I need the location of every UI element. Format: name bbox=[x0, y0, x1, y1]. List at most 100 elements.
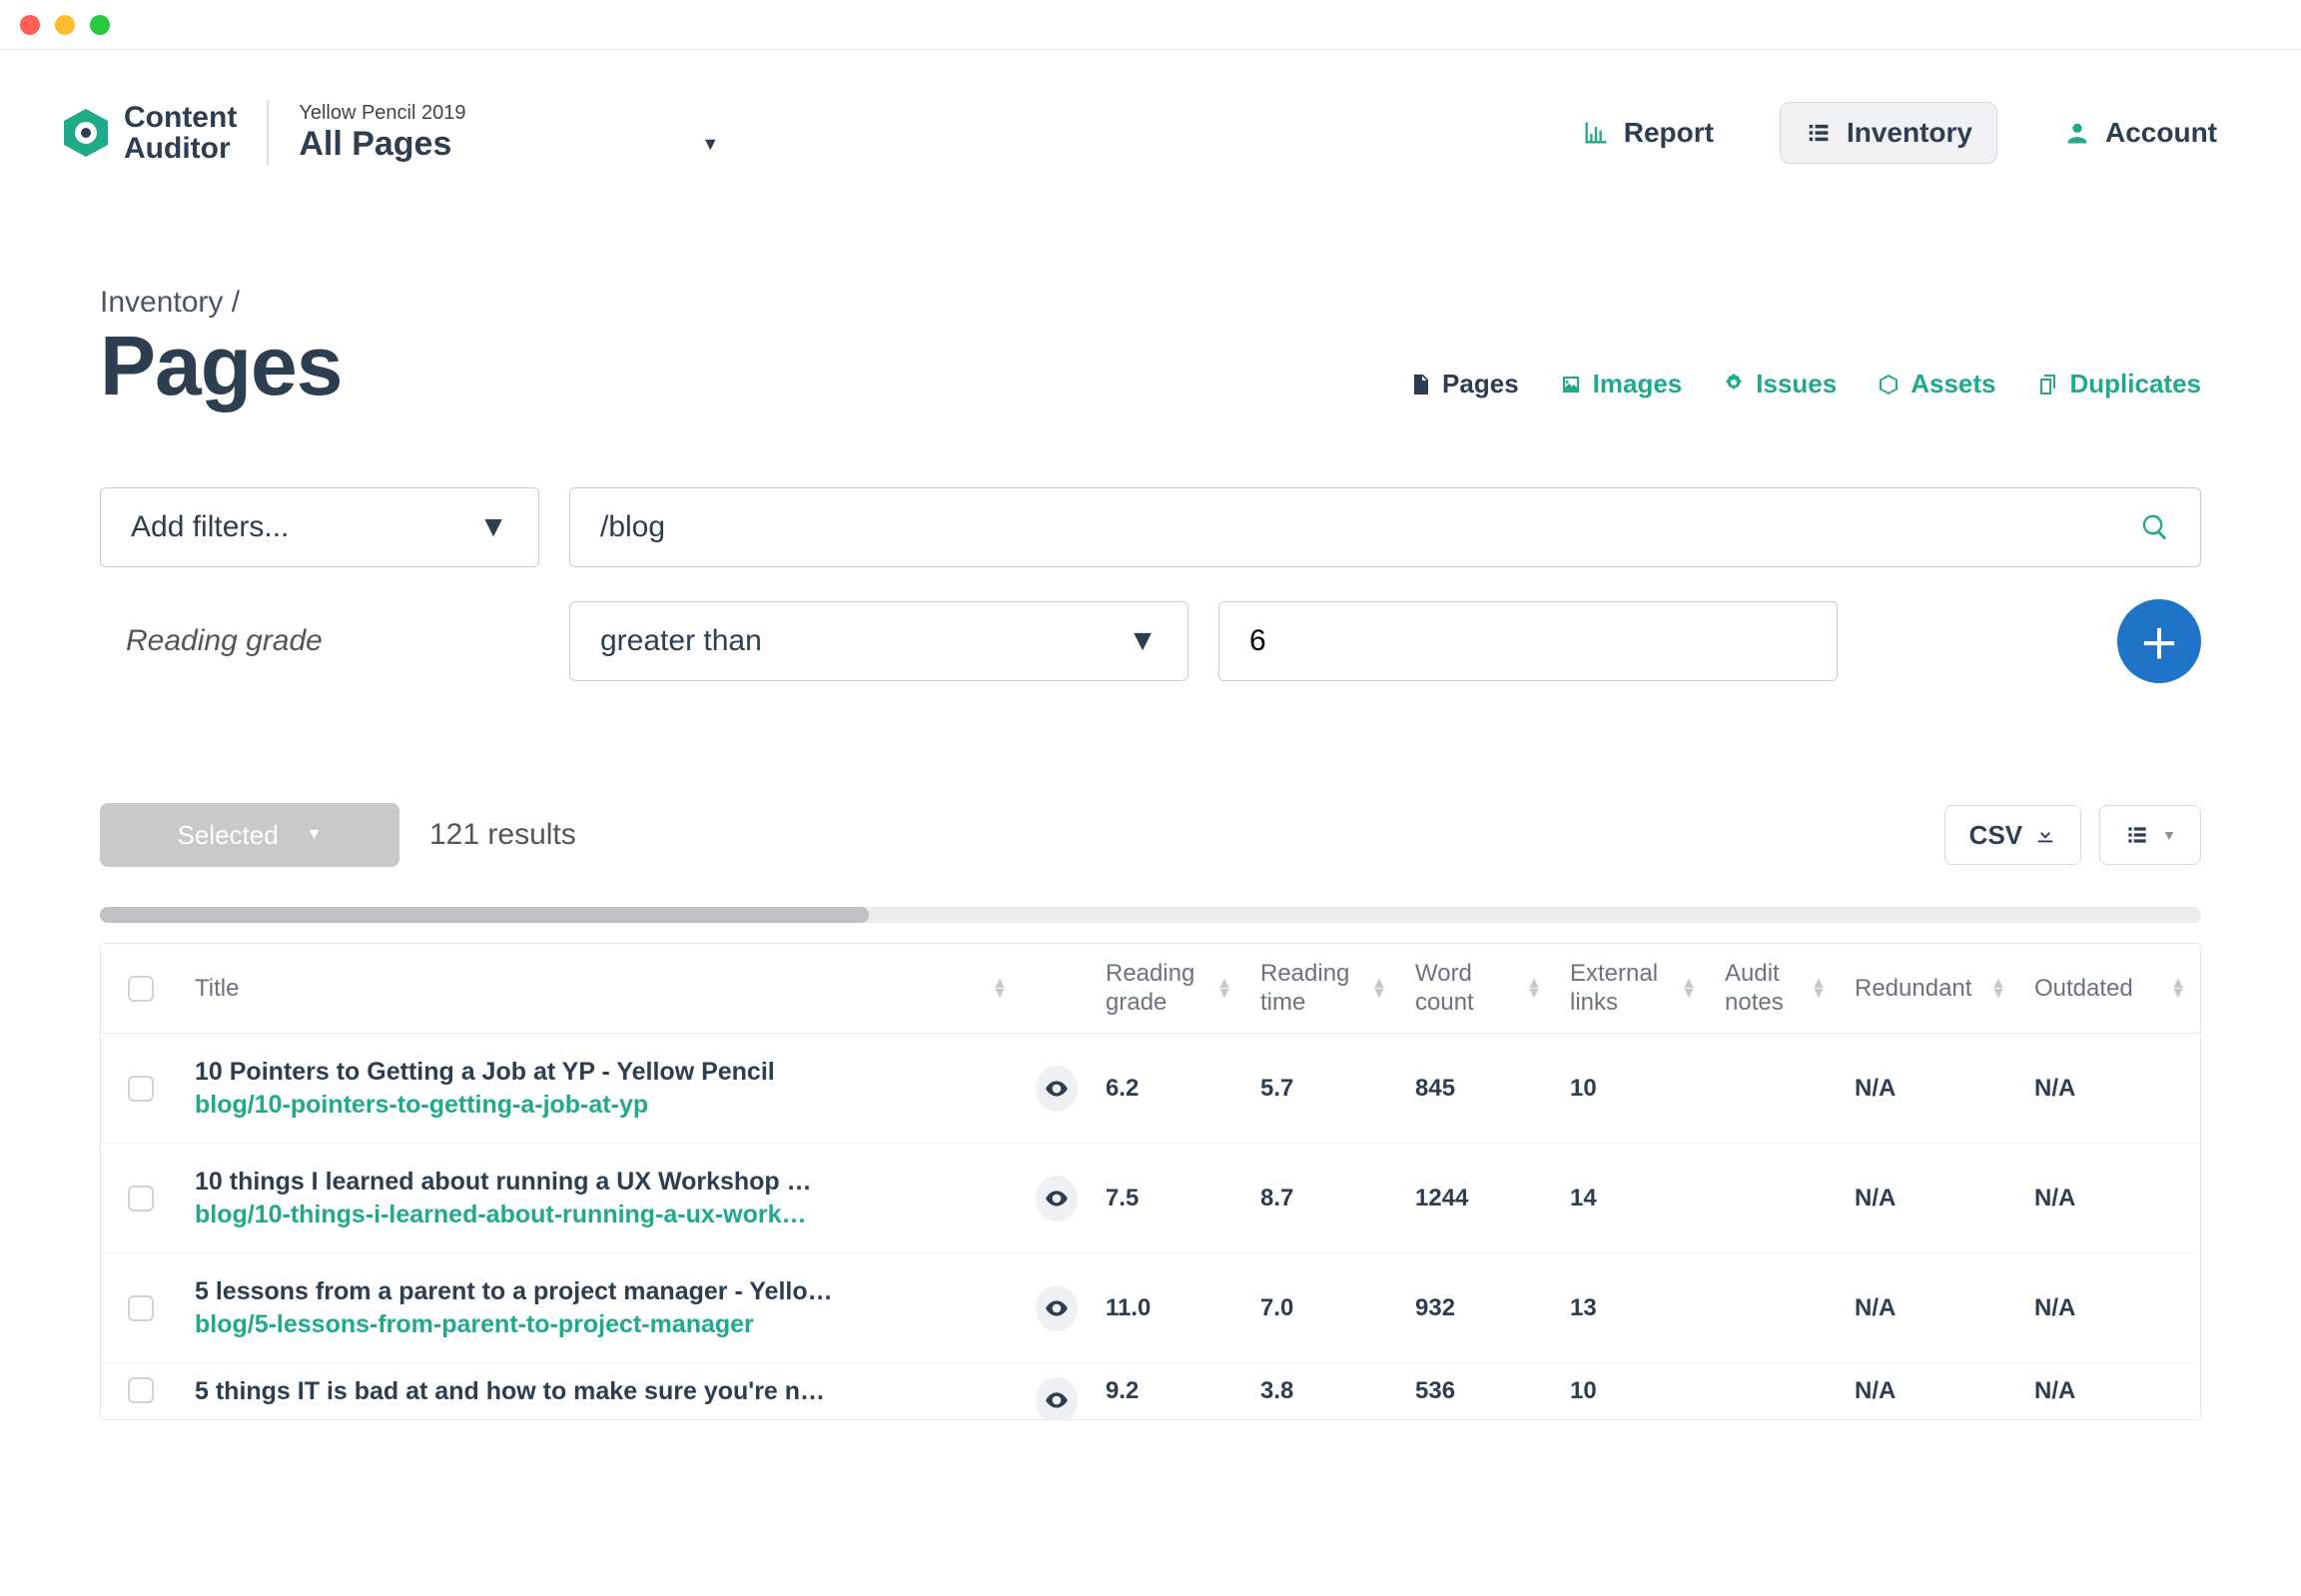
tab-images[interactable]: Images bbox=[1559, 369, 1683, 399]
col-audit-notes[interactable]: Audit notes ▲▼ bbox=[1711, 944, 1841, 1033]
cell-redundant: N/A bbox=[1841, 1294, 2020, 1322]
table-row[interactable]: 5 things IT is bad at and how to make su… bbox=[101, 1363, 2200, 1419]
preview-button[interactable] bbox=[1036, 1285, 1078, 1331]
table-row[interactable]: 10 things I learned about running a UX W… bbox=[101, 1144, 2200, 1253]
scope-label: All Pages bbox=[299, 125, 451, 164]
cell-outdated: N/A bbox=[2020, 1075, 2200, 1103]
filter-value-field[interactable] bbox=[1249, 624, 1807, 658]
cell-external-links: 13 bbox=[1556, 1294, 1711, 1322]
chevron-down-icon: ▼ bbox=[478, 510, 508, 544]
window-titlebar bbox=[0, 0, 2301, 50]
eye-icon bbox=[1044, 1076, 1070, 1102]
brand[interactable]: Content Auditor bbox=[60, 102, 237, 165]
eye-icon bbox=[1044, 1387, 1070, 1413]
add-filters-dropdown[interactable]: Add filters... ▼ bbox=[100, 487, 539, 567]
row-url[interactable]: blog/10-pointers-to-getting-a-job-at-yp bbox=[195, 1091, 775, 1120]
top-nav: Content Auditor Yellow Pencil 2019 All P… bbox=[60, 100, 2241, 166]
tab-duplicates[interactable]: Duplicates bbox=[2036, 369, 2202, 399]
chevron-down-icon: ▼ bbox=[307, 826, 323, 844]
row-title: 5 things IT is bad at and how to make su… bbox=[195, 1377, 825, 1406]
row-title: 5 lessons from a parent to a project man… bbox=[195, 1277, 833, 1306]
table-row[interactable]: 5 lessons from a parent to a project man… bbox=[101, 1253, 2200, 1363]
nav-inventory[interactable]: Inventory bbox=[1780, 102, 1997, 164]
sort-icon: ▲▼ bbox=[1526, 979, 1542, 999]
col-reading-time[interactable]: Reading time ▲▼ bbox=[1246, 944, 1401, 1033]
col-title[interactable]: Title ▲▼ bbox=[181, 944, 1022, 1033]
chevron-down-icon: ▼ bbox=[1128, 624, 1157, 658]
tab-pages[interactable]: Pages bbox=[1408, 369, 1519, 399]
cell-redundant: N/A bbox=[1841, 1185, 2020, 1212]
eye-icon bbox=[1044, 1186, 1070, 1211]
row-checkbox[interactable] bbox=[101, 1295, 181, 1321]
filter-value-input[interactable] bbox=[1218, 601, 1838, 681]
cell-reading-time: 5.7 bbox=[1246, 1075, 1401, 1103]
preview-button[interactable] bbox=[1036, 1066, 1078, 1112]
sort-icon: ▲▼ bbox=[1990, 979, 2006, 999]
results-table: Title ▲▼ Reading grade ▲▼ Reading time ▲… bbox=[100, 943, 2201, 1420]
table-row[interactable]: 10 Pointers to Getting a Job at YP - Yel… bbox=[101, 1034, 2200, 1144]
window-zoom-icon[interactable] bbox=[90, 15, 110, 35]
row-checkbox[interactable] bbox=[101, 1186, 181, 1211]
search-icon[interactable] bbox=[2140, 512, 2170, 542]
cell-redundant: N/A bbox=[1841, 1075, 2020, 1103]
window-minimize-icon[interactable] bbox=[55, 15, 75, 35]
cell-word-count: 1244 bbox=[1401, 1185, 1556, 1212]
view-mode-dropdown[interactable]: ▼ bbox=[2099, 805, 2201, 865]
search-input[interactable] bbox=[600, 510, 2140, 544]
col-word-count[interactable]: Word count ▲▼ bbox=[1401, 944, 1556, 1033]
project-name: Yellow Pencil 2019 bbox=[299, 102, 719, 125]
tab-assets[interactable]: Assets bbox=[1877, 369, 1995, 399]
scrollbar-thumb[interactable] bbox=[100, 907, 869, 923]
table-body: 10 Pointers to Getting a Job at YP - Yel… bbox=[101, 1034, 2200, 1419]
preview-button[interactable] bbox=[1036, 1176, 1078, 1221]
preview-button[interactable] bbox=[1036, 1377, 1078, 1419]
export-csv-button[interactable]: CSV bbox=[1944, 805, 2081, 865]
tab-issues[interactable]: Issues bbox=[1722, 369, 1837, 399]
cell-outdated: N/A bbox=[2020, 1377, 2200, 1405]
cell-reading-time: 7.0 bbox=[1246, 1294, 1401, 1322]
sort-icon: ▲▼ bbox=[1371, 979, 1387, 999]
col-outdated[interactable]: Outdated ▲▼ bbox=[2020, 944, 2200, 1033]
nav-report[interactable]: Report bbox=[1558, 103, 1738, 163]
cell-word-count: 932 bbox=[1401, 1294, 1556, 1322]
chevron-down-icon: ▼ bbox=[2162, 827, 2176, 843]
col-external-links[interactable]: External links ▲▼ bbox=[1556, 944, 1711, 1033]
cell-outdated: N/A bbox=[2020, 1185, 2200, 1212]
page-title: Pages bbox=[100, 324, 343, 407]
select-all-checkbox[interactable] bbox=[101, 944, 181, 1033]
bar-chart-icon bbox=[1582, 119, 1610, 147]
selected-dropdown[interactable]: Selected ▼ bbox=[100, 803, 399, 867]
filter-field-label: Reading grade bbox=[100, 624, 539, 658]
filters-panel: Add filters... ▼ Reading grade greater t… bbox=[60, 487, 2241, 683]
col-redundant[interactable]: Redundant ▲▼ bbox=[1841, 944, 2020, 1033]
window-close-icon[interactable] bbox=[20, 15, 40, 35]
cell-reading-grade: 9.2 bbox=[1092, 1377, 1246, 1405]
divider bbox=[267, 100, 269, 166]
row-url[interactable]: blog/5-lessons-from-parent-to-project-ma… bbox=[195, 1310, 833, 1339]
scope-dropdown[interactable]: Yellow Pencil 2019 All Pages ▼ bbox=[299, 102, 719, 164]
logo-icon bbox=[60, 107, 112, 159]
search-box[interactable] bbox=[569, 487, 2201, 567]
add-filter-button[interactable]: ＋ bbox=[2117, 599, 2201, 683]
horizontal-scrollbar[interactable] bbox=[100, 907, 2201, 923]
row-url[interactable]: blog/10-things-i-learned-about-running-a… bbox=[195, 1200, 812, 1229]
users-icon bbox=[2063, 119, 2091, 147]
image-icon bbox=[1559, 373, 1583, 397]
view-tabs: Pages Images Issues Assets Duplicates bbox=[1408, 369, 2201, 399]
col-reading-grade[interactable]: Reading grade ▲▼ bbox=[1092, 944, 1246, 1033]
cell-reading-grade: 6.2 bbox=[1092, 1075, 1246, 1103]
sort-icon: ▲▼ bbox=[1681, 979, 1697, 999]
row-checkbox[interactable] bbox=[101, 1076, 181, 1102]
operator-dropdown[interactable]: greater than ▼ bbox=[569, 601, 1188, 681]
cell-external-links: 10 bbox=[1556, 1075, 1711, 1103]
cell-outdated: N/A bbox=[2020, 1294, 2200, 1322]
file-icon bbox=[1408, 373, 1432, 397]
row-checkbox[interactable] bbox=[101, 1377, 181, 1403]
results-toolbar: Selected ▼ 121 results CSV ▼ bbox=[60, 803, 2241, 867]
list-view-icon bbox=[2124, 822, 2150, 848]
cell-reading-grade: 11.0 bbox=[1092, 1294, 1246, 1322]
eye-icon bbox=[1044, 1295, 1070, 1321]
brand-name: Content Auditor bbox=[124, 102, 237, 165]
nav-account[interactable]: Account bbox=[2039, 103, 2241, 163]
sort-icon: ▲▼ bbox=[992, 979, 1008, 999]
